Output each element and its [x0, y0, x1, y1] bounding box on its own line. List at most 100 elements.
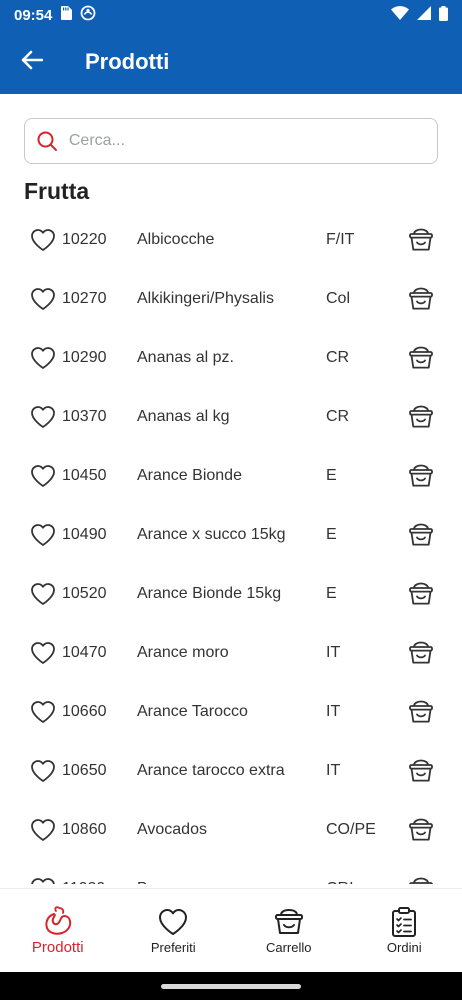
list-item[interactable]: 10370 Ananas al kg CR — [0, 387, 462, 446]
list-item[interactable]: 10650 Arance tarocco extra IT — [0, 741, 462, 800]
product-name: Arance x succo 15kg — [137, 525, 286, 543]
heart-icon[interactable] — [28, 874, 58, 884]
product-origin: E — [326, 584, 337, 602]
basket-icon[interactable] — [406, 520, 436, 550]
clipboard-list-icon — [391, 906, 417, 938]
product-origin: Col — [326, 289, 351, 307]
nav-label: Carrello — [265, 940, 312, 955]
product-code: 10660 — [62, 702, 107, 720]
product-code: 10650 — [62, 761, 107, 779]
heart-icon[interactable] — [28, 756, 58, 786]
bottom-nav: Prodotti Preferiti Carrello Ordini — [0, 888, 462, 972]
product-name: Ananas al kg — [137, 407, 230, 425]
product-origin: E — [326, 525, 337, 543]
chili-pepper-icon — [42, 905, 74, 937]
signal-icon — [417, 6, 431, 24]
product-origin: E — [326, 466, 337, 484]
heart-icon[interactable] — [28, 638, 58, 668]
nav-item-preferiti[interactable]: Preferiti — [116, 889, 232, 972]
basket-icon[interactable] — [406, 756, 436, 786]
basket-icon[interactable] — [406, 402, 436, 432]
product-origin: CRI — [326, 880, 404, 885]
list-item[interactable]: 10290 Ananas al pz. CR — [0, 328, 462, 387]
product-list[interactable]: 10220 Albicocche F/IT 10270 Alkikingeri/Phys… — [0, 210, 462, 884]
search-input[interactable] — [68, 132, 427, 150]
product-origin: CO/PE — [326, 820, 376, 838]
product-origin: F/IT — [326, 230, 355, 248]
nav-item-prodotti[interactable]: Prodotti — [0, 889, 116, 972]
basket-icon[interactable] — [406, 343, 436, 373]
product-code: 10450 — [62, 466, 107, 484]
list-item[interactable]: 10520 Arance Bionde 15kg E — [0, 564, 462, 623]
product-origin: IT — [326, 643, 341, 661]
product-code: 10290 — [62, 348, 107, 366]
status-left: 09:54 — [14, 5, 96, 25]
list-item[interactable]: 10860 Avocados CO/PE — [0, 800, 462, 859]
heart-icon[interactable] — [28, 284, 58, 314]
search-icon — [35, 129, 59, 153]
heart-icon[interactable] — [28, 579, 58, 609]
product-name: Banane — [137, 880, 326, 885]
basket-icon[interactable] — [406, 225, 436, 255]
product-code: 10860 — [62, 820, 107, 838]
nav-label: Preferiti — [150, 940, 196, 955]
nav-label: Ordini — [386, 940, 422, 955]
sd-card-icon — [60, 6, 73, 24]
list-item[interactable]: 10220 Albicocche F/IT — [0, 210, 462, 269]
basket-icon[interactable] — [406, 874, 436, 884]
product-name: Arance Bionde — [137, 466, 242, 484]
product-name: Ananas al pz. — [137, 348, 234, 366]
list-item[interactable]: 10270 Alkikingeri/Physalis Col — [0, 269, 462, 328]
section-title: Frutta — [24, 178, 90, 204]
product-name: Arance tarocco extra — [137, 761, 285, 779]
product-code: 10490 — [62, 525, 107, 543]
product-code: 10370 — [62, 407, 107, 425]
heart-icon[interactable] — [28, 697, 58, 727]
product-origin: CR — [326, 348, 350, 366]
basket-icon[interactable] — [406, 697, 436, 727]
basket-icon[interactable] — [406, 638, 436, 668]
basket-icon[interactable] — [406, 284, 436, 314]
battery-icon — [439, 5, 448, 25]
product-name: Avocados — [137, 820, 207, 838]
search-bar[interactable] — [24, 118, 438, 164]
product-code: 11020 — [62, 880, 137, 885]
nav-item-carrello[interactable]: Carrello — [231, 889, 347, 972]
product-code: 10470 — [62, 643, 107, 661]
list-item[interactable]: 10470 Arance moro IT — [0, 623, 462, 682]
product-code: 10270 — [62, 289, 107, 307]
page-title: Prodotti — [85, 49, 170, 74]
back-button[interactable] — [0, 30, 64, 94]
heart-icon[interactable] — [28, 815, 58, 845]
product-name: Arance Bionde 15kg — [137, 584, 282, 602]
list-item[interactable]: 11020BananeCRI — [0, 859, 462, 884]
app-notification-icon — [80, 5, 96, 25]
heart-icon[interactable] — [28, 520, 58, 550]
heart-icon[interactable] — [28, 225, 58, 255]
product-origin: IT — [326, 761, 341, 779]
nav-item-ordini[interactable]: Ordini — [347, 889, 462, 972]
basket-icon[interactable] — [406, 579, 436, 609]
heart-icon[interactable] — [28, 343, 58, 373]
app-bar: Prodotti — [0, 30, 462, 94]
product-name: Arance moro — [137, 643, 229, 661]
status-bar: 09:54 — [0, 0, 462, 30]
nav-label: Prodotti — [31, 939, 84, 956]
heart-icon[interactable] — [28, 402, 58, 432]
basket-icon[interactable] — [406, 815, 436, 845]
status-right — [391, 5, 448, 25]
heart-icon — [158, 906, 188, 938]
product-name: Arance Tarocco — [137, 702, 248, 720]
product-code: 10520 — [62, 584, 107, 602]
arrow-left-icon — [21, 50, 44, 75]
list-item[interactable]: 10450 Arance Bionde E — [0, 446, 462, 505]
basket-icon[interactable] — [406, 461, 436, 491]
status-time: 09:54 — [14, 6, 53, 24]
product-code: 10220 — [62, 230, 107, 248]
product-name: Albicocche — [137, 230, 215, 248]
product-origin: IT — [326, 702, 341, 720]
heart-icon[interactable] — [28, 461, 58, 491]
home-indicator[interactable] — [161, 983, 301, 989]
list-item[interactable]: 10660 Arance Tarocco IT — [0, 682, 462, 741]
list-item[interactable]: 10490 Arance x succo 15kg E — [0, 505, 462, 564]
